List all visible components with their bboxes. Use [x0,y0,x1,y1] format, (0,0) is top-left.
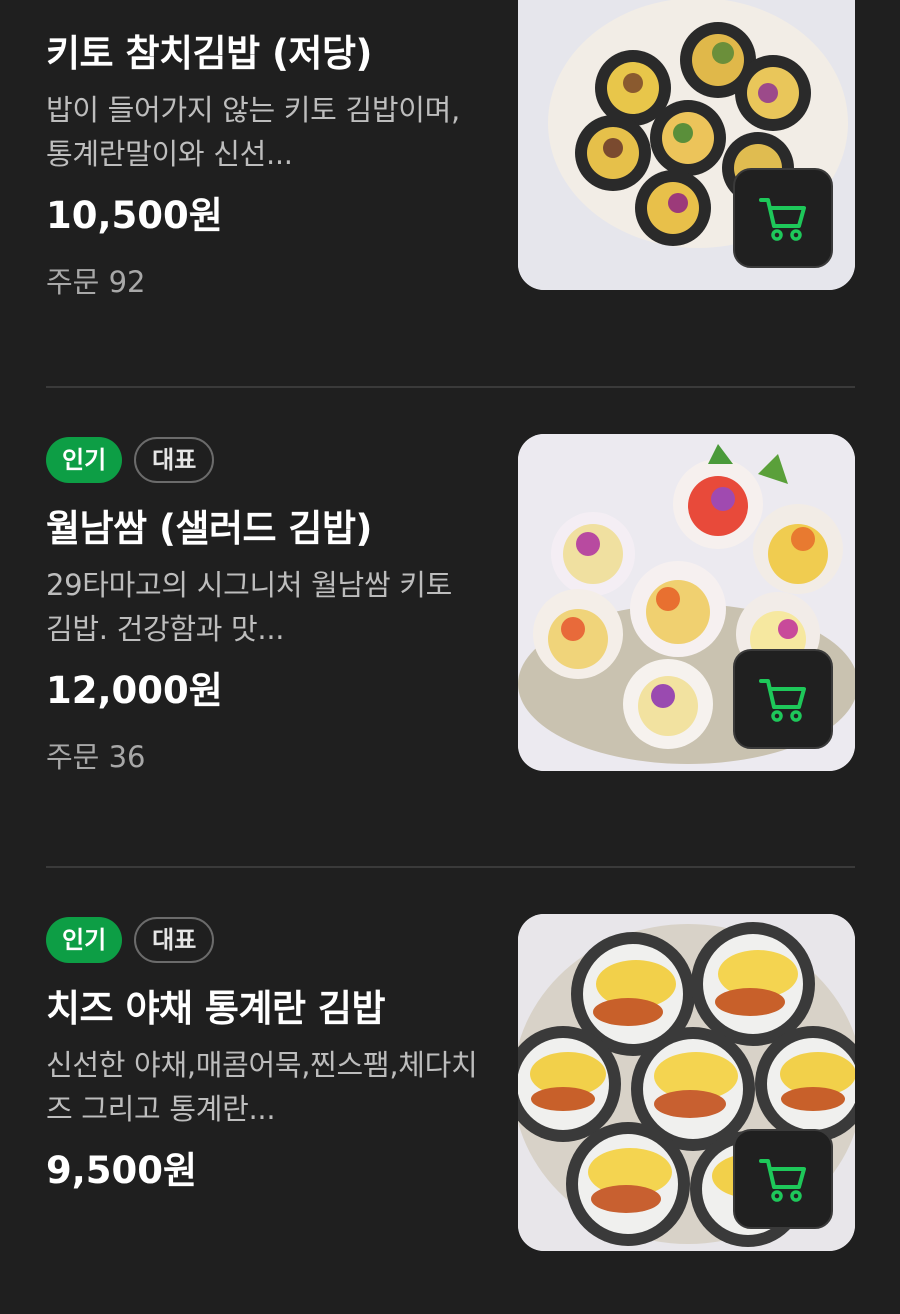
representative-badge: 대표 [134,437,215,483]
menu-item-name: 치즈 야채 통계란 김밥 [46,987,386,1030]
badge-row: 인기 대표 [46,437,486,483]
badge-row: 인기 대표 [46,917,486,963]
add-to-cart-button[interactable] [733,649,833,749]
menu-item-description: 29타마고의 시그니처 월남쌈 키토 김밥. 건강함과 맛... [46,568,452,646]
menu-list: 키토 참치김밥 (저당) 밥이 들어가지 않는 키토 김밥이며, 통계란말이와 … [0,0,900,1314]
representative-badge: 대표 [134,917,215,963]
menu-item[interactable]: 키토 참치김밥 (저당) 밥이 들어가지 않는 키토 김밥이며, 통계란말이와 … [0,0,900,388]
menu-item-orders: 주문 92 [46,265,146,299]
menu-item-image[interactable] [518,914,855,1251]
menu-item-description: 신선한 야채,매콤어묵,찐스팸,체다치즈 그리고 통계란... [46,1048,478,1126]
menu-item-price: 9,500원 [46,1149,198,1192]
menu-item-name: 키토 참치김밥 (저당) [46,32,372,75]
menu-item-orders: 주문 36 [46,740,146,774]
menu-item[interactable]: 인기 대표 월남쌈 (샐러드 김밥) 29타마고의 시그니처 월남쌈 키토 김밥… [0,388,900,868]
menu-item-info: 인기 대표 월남쌈 (샐러드 김밥) 29타마고의 시그니처 월남쌈 키토 김밥… [46,437,486,777]
menu-item-image[interactable] [518,434,855,771]
shopping-cart-icon [759,1159,806,1202]
popular-badge: 인기 [46,437,123,483]
menu-item-info: 키토 참치김밥 (저당) 밥이 들어가지 않는 키토 김밥이며, 통계란말이와 … [46,26,486,302]
menu-item-name: 월남쌈 (샐러드 김밥) [46,507,372,550]
add-to-cart-button[interactable] [733,168,833,268]
shopping-cart-icon [759,679,806,722]
menu-item-price: 12,000원 [46,669,223,712]
menu-item-image[interactable] [518,0,855,290]
menu-item[interactable]: 인기 대표 치즈 야채 통계란 김밥 신선한 야채,매콤어묵,찐스팸,체다치즈 … [0,868,900,1314]
shopping-cart-icon [759,198,806,241]
menu-item-info: 인기 대표 치즈 야채 통계란 김밥 신선한 야채,매콤어묵,찐스팸,체다치즈 … [46,917,486,1197]
popular-badge: 인기 [46,917,123,963]
menu-item-price: 10,500원 [46,194,223,237]
menu-item-description: 밥이 들어가지 않는 키토 김밥이며, 통계란말이와 신선... [46,93,460,171]
add-to-cart-button[interactable] [733,1129,833,1229]
